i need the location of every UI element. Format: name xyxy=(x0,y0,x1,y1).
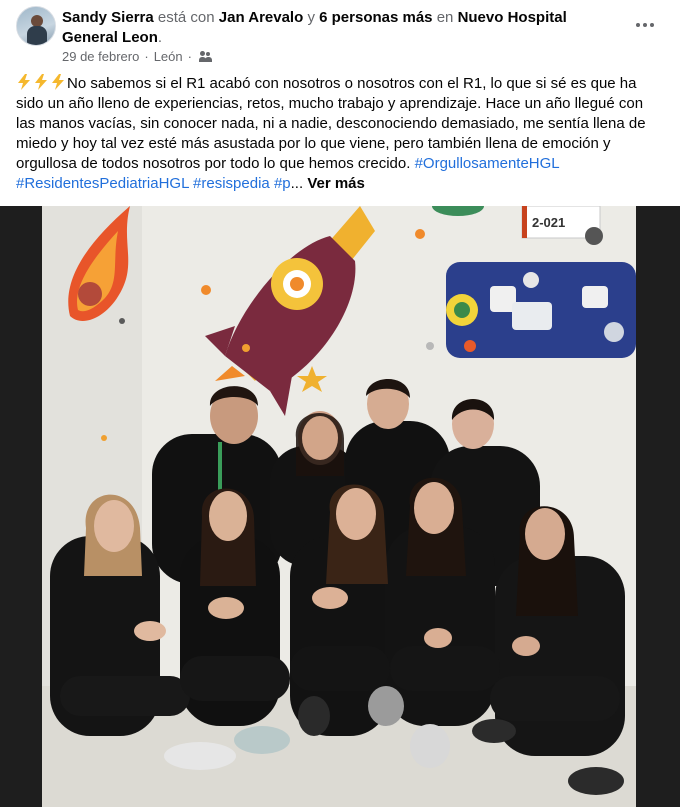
facebook-post: Sandy Sierra está con Jan Arevalo y 6 pe… xyxy=(0,0,680,807)
end-punct: . xyxy=(157,29,163,46)
post-date[interactable]: 29 de febrero xyxy=(62,49,139,64)
with-text: está con xyxy=(157,9,215,26)
ellipsis: ... xyxy=(290,175,304,192)
hashtag-link[interactable]: #OrgullosamenteHGL xyxy=(415,155,560,172)
hashtag-link[interactable]: #resispedia xyxy=(193,175,270,192)
space-play-board xyxy=(446,262,636,358)
post-location[interactable]: León xyxy=(154,49,183,64)
friends-icon[interactable] xyxy=(198,50,213,63)
post-meta: 29 de febrero · León · xyxy=(62,49,213,64)
lightning-emoji-icon xyxy=(18,74,30,90)
lightning-emoji-icon xyxy=(52,74,64,90)
post-title-line: Sandy Sierra está con Jan Arevalo y 6 pe… xyxy=(62,8,622,48)
post-header: Sandy Sierra está con Jan Arevalo y 6 pe… xyxy=(0,0,680,70)
and-text: y xyxy=(307,9,315,26)
post-text: No sabemos si el R1 acabó con nosotros o… xyxy=(16,74,664,194)
room-sign-label: 2-021 xyxy=(532,215,565,230)
post-photo[interactable]: 2-021 xyxy=(0,206,680,807)
hashtag-link[interactable]: #ResidentesPediatriaHGL xyxy=(16,175,189,192)
meta-separator-2: · xyxy=(187,49,192,64)
hashtag-link[interactable]: #p xyxy=(274,175,291,192)
lightning-emoji-icon xyxy=(35,74,47,90)
more-dots-icon[interactable] xyxy=(628,12,662,38)
author-avatar[interactable] xyxy=(16,6,56,46)
others-link[interactable]: 6 personas más xyxy=(319,9,432,26)
meta-separator: · xyxy=(144,49,149,64)
see-more-button[interactable]: Ver más xyxy=(307,175,365,192)
author-name[interactable]: Sandy Sierra xyxy=(62,9,154,26)
tagged-person[interactable]: Jan Arevalo xyxy=(219,9,304,26)
in-text: en xyxy=(436,9,454,26)
